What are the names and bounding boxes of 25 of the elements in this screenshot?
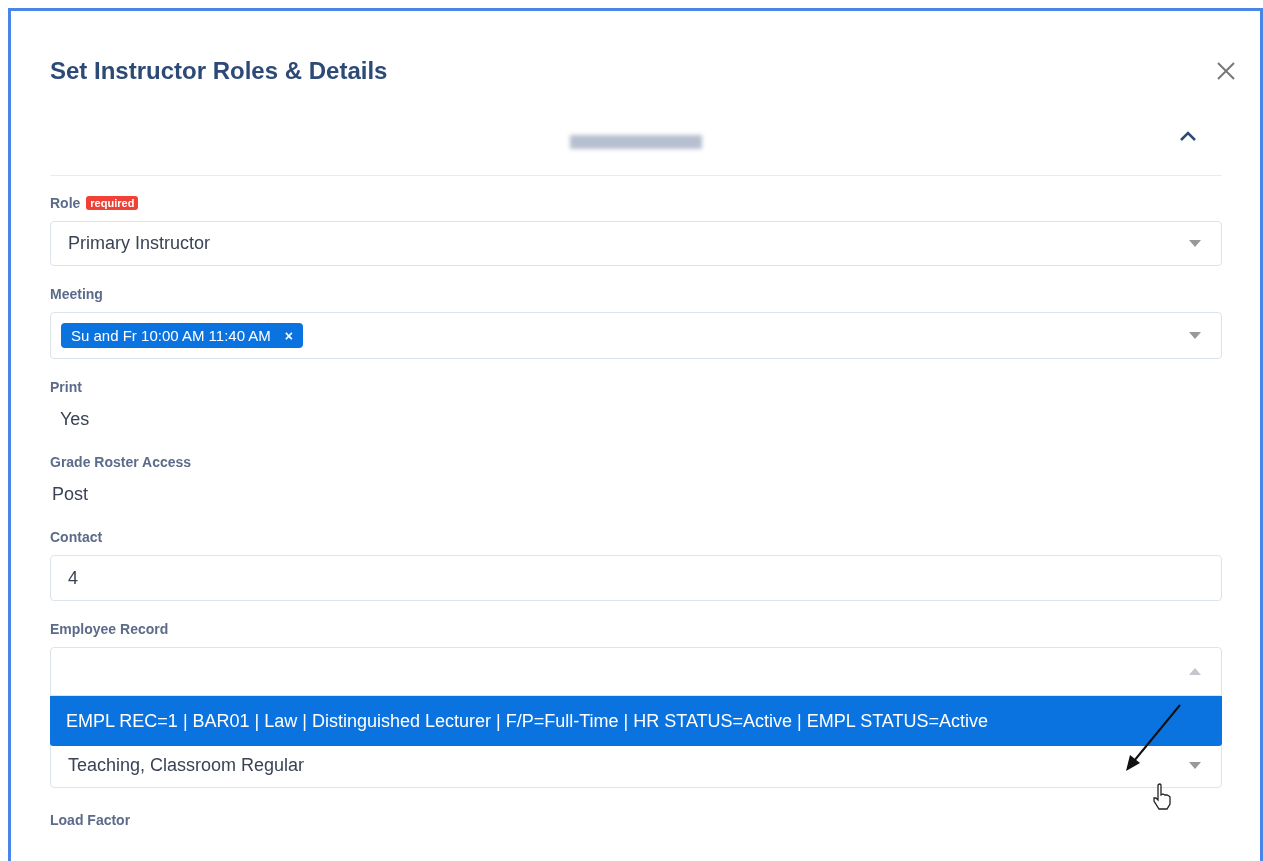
caret-down-icon [1189,240,1201,247]
field-label: Employee Record [50,621,170,637]
close-button[interactable] [1216,61,1236,81]
dialog-title: Set Instructor Roles & Details [50,57,388,85]
remove-tag-button[interactable]: × [284,327,294,344]
required-badge: required [86,196,139,210]
field-label: Print [50,379,83,395]
input-field[interactable]: 4 [50,555,1222,601]
meeting-tag: Su and Fr 10:00 AM 11:40 AM × [61,323,304,348]
field-label: Meeting [50,286,104,302]
field-label: Contact [50,529,104,545]
multi-select-field[interactable]: Su and Fr 10:00 AM 11:40 AM × [50,312,1222,359]
hand-cursor-icon [1151,783,1173,811]
field-label: Grade Roster Access [50,454,193,470]
select-field[interactable]: Primary Instructor [50,221,1222,266]
field-value: Yes [59,408,91,431]
field-label: Role required [50,195,1222,211]
chevron-up-icon[interactable] [1180,131,1196,141]
caret-up-icon [1189,668,1201,675]
caret-down-icon [1189,332,1201,339]
field-label: Load Factor [50,812,132,828]
select-field[interactable] [50,647,1222,696]
caret-down-icon [1189,761,1201,769]
field-value: Post [51,483,90,506]
dropdown-option[interactable]: EMPL REC=1 | BAR01 | Law | Distinguished Lecturer | F/P=Full-Time | HR STATUS=Active | EMPL STATUS=Active [50,696,1222,746]
